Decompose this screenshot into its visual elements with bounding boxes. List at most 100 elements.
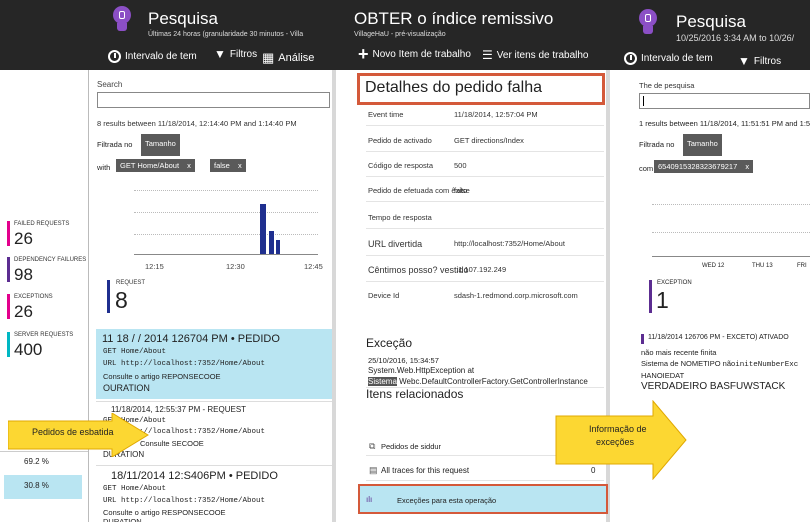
search-input[interactable] [97, 92, 330, 108]
detail-value[interactable]: http://localhost:7352/Home/About [454, 239, 565, 248]
exception-count: 1 [656, 287, 669, 313]
result-item-line: URL http://localhost:7352/Home/About [103, 497, 266, 505]
exception-bar [649, 280, 652, 313]
metric-label-dependency-failures: DEPENDENCY FAILURES [14, 257, 87, 263]
result-item-line: Consulte o artigo REPONSECOOE [103, 372, 221, 381]
chart-bar[interactable] [260, 204, 266, 254]
detail-value: GET directions/Index [454, 136, 524, 145]
detail-label: Código de resposta [368, 161, 434, 170]
search-label: Search [97, 80, 123, 89]
exception-line: Sistema Webc.DefaultControllerFactory.Ge… [368, 377, 588, 386]
result-item-title: 11 18 / / 2014 126704 PM • PEDIDO [102, 333, 280, 345]
metric-value-exceptions: 26 [14, 302, 33, 321]
request-bar [107, 280, 110, 313]
search-input[interactable] [639, 93, 810, 109]
filtered-label: Filtrada no [639, 140, 675, 149]
right-blade-title: Pesquisa [676, 12, 746, 31]
request-label: REQUEST [116, 280, 146, 286]
filter-tag-request[interactable]: GET Home/About x [116, 159, 195, 172]
chart-bar[interactable] [269, 231, 274, 254]
with-label: com [639, 164, 654, 173]
metric-bar-server-requests [7, 332, 10, 357]
chart-tick-label: 12:15 [145, 262, 164, 271]
filters-button[interactable]: ▼ Filtros [214, 47, 257, 61]
plus-icon: + [358, 44, 369, 64]
filter-tag-success[interactable]: false x [210, 159, 246, 172]
left-blade-subtitle: Últimas 24 horas (granularidade 30 minut… [148, 31, 304, 38]
exception-heading: Exceção [366, 336, 413, 350]
close-icon[interactable]: x [745, 162, 749, 171]
exception-time: 25/10/2016, 15:34:57 [368, 356, 439, 365]
detail-label: Pedido de activado [368, 136, 432, 145]
metric-label-server-requests: SERVER REQUESTS [14, 332, 74, 338]
filters-button[interactable]: ▼ Filtros [738, 54, 781, 68]
new-work-item-button[interactable]: + Novo Item de trabalho [358, 44, 471, 64]
analysis-button[interactable]: ▦ Análise [262, 50, 314, 66]
chart-gridline [134, 212, 318, 213]
exception-item-title: 11/18/2014 126706 PM - EXCETO) ATIVADO [648, 334, 789, 341]
pct-row-2[interactable]: 30.8 % [4, 475, 82, 499]
related-item-label: All traces for this request [381, 466, 470, 475]
time-range-button[interactable]: Intervalo de tem [108, 50, 197, 63]
right-blade-subtitle: 10/25/2016 3:34 AM to 10/26/ [676, 33, 795, 43]
clock-icon [624, 52, 637, 65]
exception-highlight: Sistema [368, 377, 397, 386]
chart-tick-label: 12:45 [304, 262, 323, 271]
detail-value: 11/18/2014, 12:57:04 PM [454, 110, 538, 119]
filter-icon: ▼ [214, 47, 226, 61]
chart-axis [134, 254, 318, 255]
detail-label: Device Id [368, 291, 400, 300]
left-blade-header: Pesquisa Últimas 24 horas (granularidade… [0, 0, 348, 70]
time-range-button[interactable]: Intervalo de tem [624, 52, 713, 65]
chart-gridline [134, 190, 318, 191]
request-count: 8 [115, 287, 128, 313]
result-item-line: GET Home/About [103, 348, 167, 356]
right-blade-header: Pesquisa 10/25/2016 3:34 AM to 10/26/ In… [618, 0, 810, 70]
exception-label: EXCEPTION [657, 280, 692, 286]
exception-icon: ılı [366, 495, 373, 504]
detail-label: Pedido de efetuada com êxito [368, 186, 468, 195]
chart-tick-label: THU 13 [752, 263, 773, 269]
callout-text: Pedidos de esbatida [32, 427, 114, 437]
exception-item-line: HANOIEDAT [641, 371, 685, 380]
metric-label-exceptions: EXCEPTIONS [14, 294, 53, 300]
exception-item-line: Sistema de NOMETIPO nãoiniteNumberExc [641, 359, 799, 369]
related-heading: Itens relacionados [366, 387, 464, 401]
divider [366, 176, 604, 177]
metric-value-failed-requests: 26 [14, 229, 33, 248]
callout-text: Informação de [589, 424, 647, 434]
detail-value: false [454, 186, 470, 195]
exception-item-line: VERDADEIRO BASFUWSTACK [641, 381, 786, 392]
divider [366, 125, 604, 126]
result-item-line: OURATION [103, 383, 150, 393]
result-item-line: DURATION [103, 517, 142, 522]
chart-tick-label: 12:30 [226, 262, 245, 271]
chart-tick-label: WED 12 [702, 263, 725, 269]
chart-gridline [652, 232, 810, 233]
filtered-overlap-tag: Tamanho [141, 134, 180, 156]
filtered-overlap-tag: Tamanho [683, 134, 722, 156]
metric-bar-failed [7, 221, 10, 246]
chart-gridline [652, 204, 810, 205]
scrollbar[interactable] [332, 70, 336, 522]
result-item-title: 18/11/2014 12:S406PM • PEDIDO [111, 470, 278, 482]
metric-bar-exceptions [7, 294, 10, 319]
left-blade-title: Pesquisa [148, 9, 218, 28]
divider [366, 228, 604, 229]
related-item-label: Exceções para esta operação [397, 496, 497, 505]
close-icon[interactable]: x [187, 161, 191, 170]
view-work-items-button[interactable]: ☰ Ver itens de trabalho [482, 48, 589, 62]
close-icon[interactable]: x [238, 161, 242, 170]
metric-value-dependency-failures: 98 [14, 265, 33, 284]
related-item-label: Pedidos de siddur [381, 442, 442, 451]
filter-tag-operation[interactable]: 6540915328323679217 x [654, 160, 754, 173]
metric-bar-dependency [7, 257, 10, 282]
detail-value: sdash-1.redmond.corp.microsoft.com [454, 291, 578, 300]
grid-icon: ▦ [262, 50, 275, 65]
exception-line: System.Web.HttpException at [368, 366, 475, 375]
results-count: 1 results between 11/18/2014, 11:51:51 P… [639, 119, 810, 128]
details-heading: Detalhes do pedido falha [365, 79, 543, 96]
list-icon: ☰ [482, 48, 493, 62]
chart-bar[interactable] [276, 240, 280, 254]
clock-icon [108, 50, 121, 63]
